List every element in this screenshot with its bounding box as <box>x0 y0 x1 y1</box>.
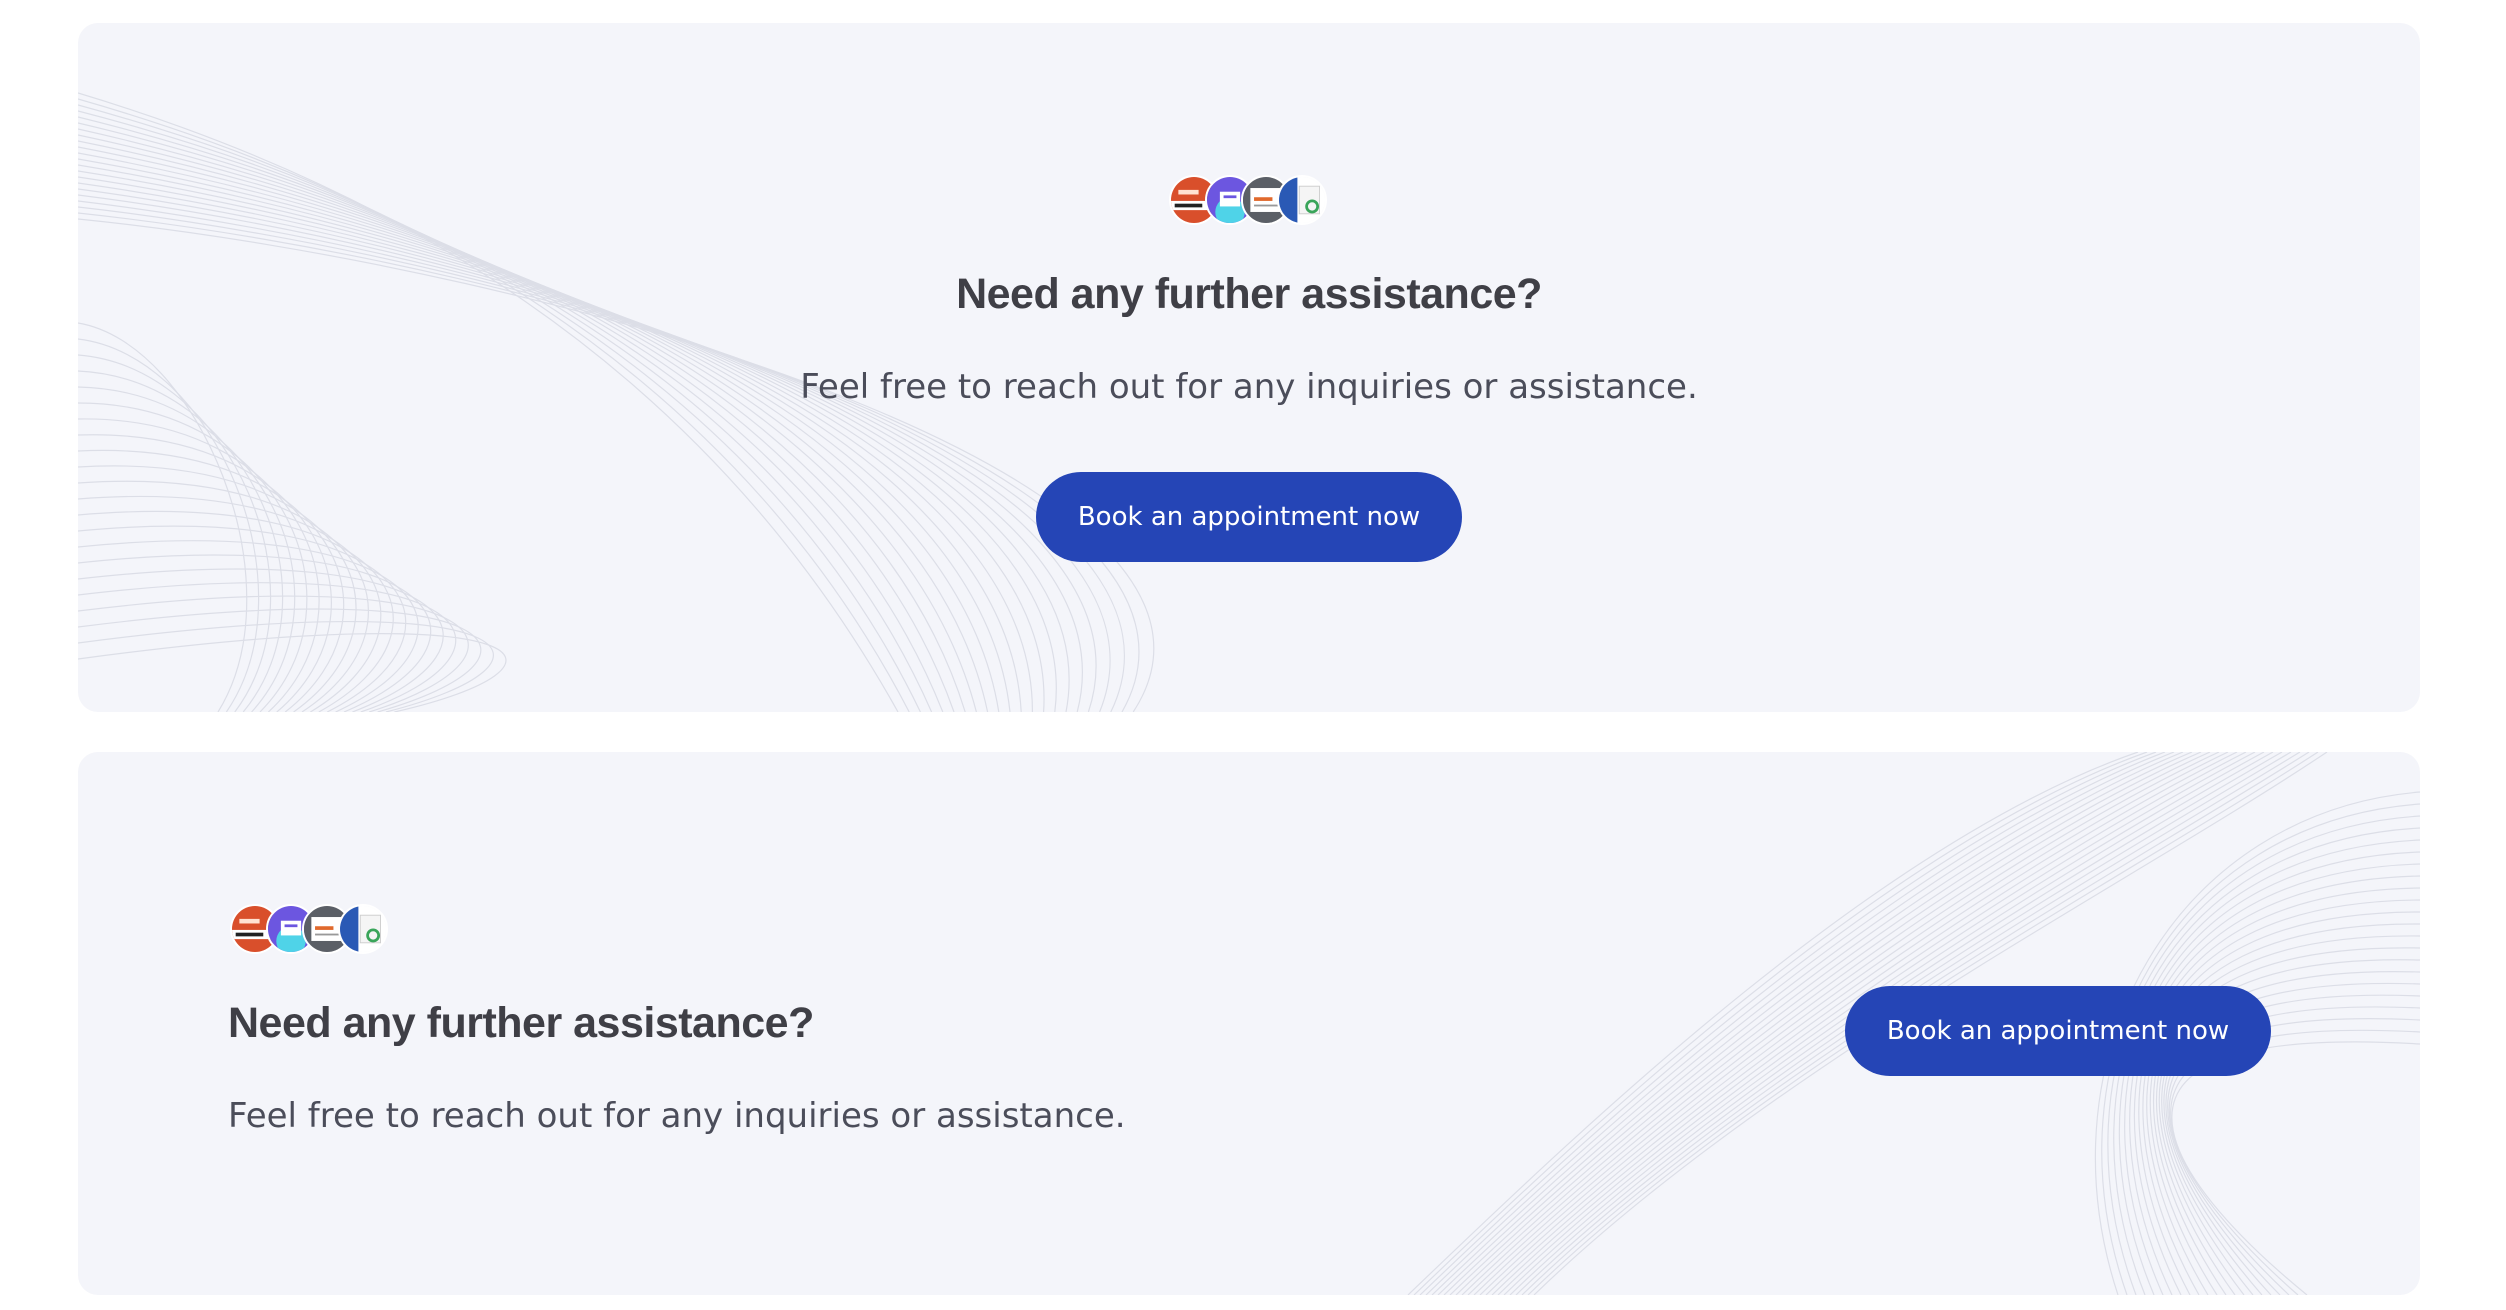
book-appointment-button[interactable]: Book an appointment now <box>1845 986 2271 1076</box>
assistance-card-centered: Need any further assistance? Feel free t… <box>78 23 2420 712</box>
assistance-card-left: Need any further assistance? Feel free t… <box>78 752 2420 1295</box>
section-subtext: Feel free to reach out for any inquiries… <box>228 1096 1126 1136</box>
section-heading: Need any further assistance? <box>956 270 1542 318</box>
avatar-group <box>230 904 388 958</box>
section-heading: Need any further assistance? <box>228 999 814 1047</box>
avatar-blue <box>1277 175 1327 225</box>
avatar-group <box>1169 175 1327 229</box>
avatar-blue <box>338 904 388 954</box>
section-subtext: Feel free to reach out for any inquiries… <box>800 367 1698 407</box>
book-appointment-button[interactable]: Book an appointment now <box>1036 472 1462 562</box>
